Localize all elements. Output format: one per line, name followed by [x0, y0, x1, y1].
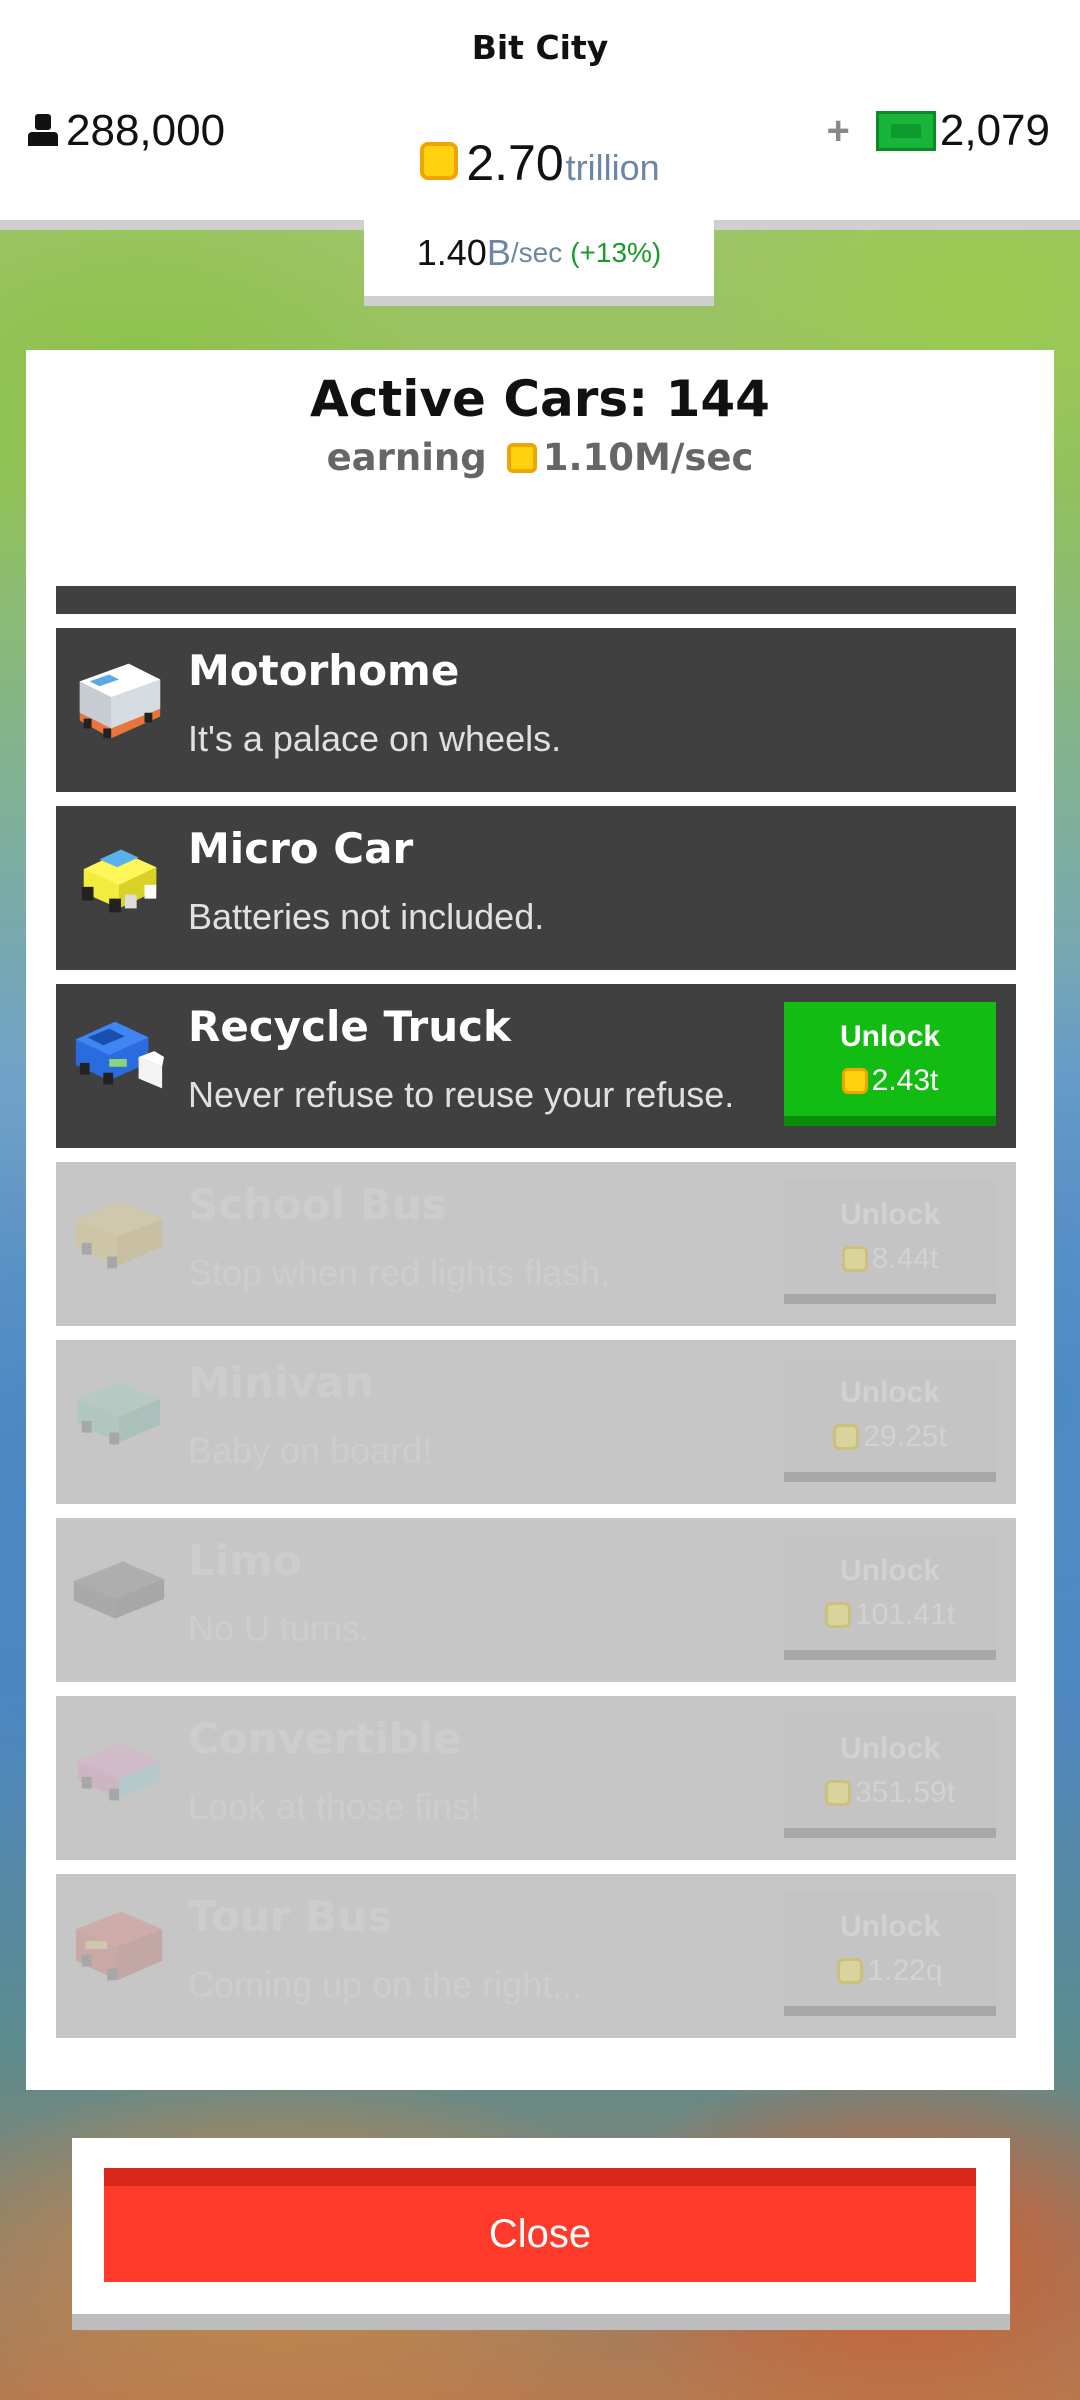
car-description: Never refuse to reuse your refuse.: [188, 1074, 735, 1115]
unlock-price: 8.44t: [841, 1242, 939, 1276]
price-value: 2.43t: [871, 1064, 939, 1097]
tour-bus-icon: [75, 1911, 163, 1981]
car-name: Recycle Truck: [188, 1002, 511, 1051]
earning-value: 1.10M/sec: [542, 436, 754, 479]
add-bux-button[interactable]: +: [827, 109, 850, 154]
unlock-limo-button[interactable]: Unlock 101.41t: [784, 1536, 996, 1660]
earning-label: earning: [326, 436, 487, 479]
coin-icon: [833, 1424, 860, 1450]
car-row-micro-car: Micro Car Batteries not included.: [56, 806, 1016, 970]
car-list[interactable]: Motorhome It's a palace on wheels. Micro…: [56, 586, 1016, 2052]
coin-icon: [824, 1780, 851, 1806]
limo-icon: [73, 1561, 165, 1619]
unlock-price: 29.25t: [833, 1420, 947, 1454]
rate-value: 1.40: [416, 232, 487, 273]
car-row-motorhome: Motorhome It's a palace on wheels.: [56, 628, 1016, 792]
bux-value: 2,079: [939, 106, 1050, 155]
car-name: Tour Bus: [188, 1892, 393, 1941]
bux-cash-icon: [875, 111, 936, 151]
city-name: Bit City: [471, 28, 609, 67]
car-name: Motorhome: [188, 646, 460, 695]
top-status-bar: Bit City 288,000 2.70 trillion + 2,079: [0, 0, 1080, 230]
unlock-label: Unlock: [839, 1198, 941, 1231]
unlock-tour-bus-button[interactable]: Unlock 1.22q: [784, 1892, 996, 2016]
car-name: Micro Car: [188, 824, 414, 873]
recycle-truck-icon: [75, 1021, 165, 1089]
earning-summary: earning 1.10M/sec: [26, 436, 1054, 479]
car-description: Batteries not included.: [188, 896, 545, 937]
coin-icon: [506, 442, 537, 473]
coin-icon: [824, 1602, 851, 1628]
car-description: It's a palace on wheels.: [188, 718, 562, 759]
coin-icon: [841, 1246, 868, 1272]
convertible-icon: [77, 1743, 161, 1801]
car-row-tour-bus: Tour Bus Coming up on the right... Unloc…: [56, 1874, 1016, 2038]
minivan-icon: [77, 1381, 161, 1445]
coin-value: 2.70: [466, 135, 564, 191]
price-value: 29.25t: [863, 1420, 947, 1453]
car-description: Look at those fins!: [188, 1786, 481, 1827]
school-bus-icon: [75, 1201, 163, 1269]
motorhome-icon: [79, 663, 161, 739]
unlock-label: Unlock: [839, 1376, 941, 1409]
car-name: School Bus: [188, 1180, 447, 1229]
unlock-minivan-button[interactable]: Unlock 29.25t: [784, 1358, 996, 1482]
rate-unit-magnitude: B: [486, 232, 511, 273]
close-bar: Close: [72, 2138, 1010, 2330]
unlock-label: Unlock: [839, 1020, 941, 1053]
unlock-label: Unlock: [839, 1554, 941, 1587]
list-scroll-edge: [56, 586, 1016, 614]
price-value: 8.44t: [871, 1242, 939, 1275]
coin-icon: [420, 142, 459, 180]
car-description: Baby on board!: [188, 1430, 433, 1471]
unlock-convertible-button[interactable]: Unlock 351.59t: [784, 1714, 996, 1838]
coin-unit: trillion: [565, 147, 660, 188]
unlock-price: 1.22q: [837, 1954, 943, 1988]
price-value: 351.59t: [854, 1776, 956, 1809]
cars-panel: Active Cars: 144 earning 1.10M/sec Motor…: [26, 350, 1054, 2090]
coin-icon: [841, 1068, 868, 1094]
car-row-recycle-truck: Recycle Truck Never refuse to reuse your…: [56, 984, 1016, 1148]
car-name: Limo: [188, 1536, 302, 1585]
unlock-school-bus-button[interactable]: Unlock 8.44t: [784, 1180, 996, 1304]
bux-counter[interactable]: + 2,079: [827, 106, 1050, 156]
car-description: Stop when red lights flash.: [188, 1252, 611, 1293]
car-row-school-bus: School Bus Stop when red lights flash. U…: [56, 1162, 1016, 1326]
unlock-price: 351.59t: [824, 1776, 956, 1810]
car-row-convertible: Convertible Look at those fins! Unlock 3…: [56, 1696, 1016, 1860]
car-name: Convertible: [188, 1714, 462, 1763]
unlock-recycle-truck-button[interactable]: Unlock 2.43t: [784, 1002, 996, 1126]
unlock-label: Unlock: [839, 1732, 941, 1765]
car-description: No U turns.: [188, 1608, 371, 1649]
close-button[interactable]: Close: [104, 2168, 976, 2282]
car-description: Coming up on the right...: [188, 1964, 583, 2005]
car-row-minivan: Minivan Baby on board! Unlock 29.25t: [56, 1340, 1016, 1504]
price-value: 1.22q: [867, 1954, 943, 1987]
rate-bonus-percent: (+13%): [570, 237, 662, 268]
micro-car-icon: [81, 849, 157, 913]
income-rate-tab: 1.40 B /sec (+13%): [364, 210, 714, 306]
unlock-label: Unlock: [839, 1910, 941, 1943]
car-row-limo: Limo No U turns. Unlock 101.41t: [56, 1518, 1016, 1682]
unlock-price: 101.41t: [824, 1598, 956, 1632]
car-name: Minivan: [188, 1358, 375, 1407]
unlock-price: 2.43t: [841, 1064, 939, 1098]
rate-unit: /sec: [510, 237, 563, 268]
price-value: 101.41t: [854, 1598, 956, 1631]
panel-title: Active Cars: 144: [310, 370, 770, 428]
coin-icon: [837, 1958, 864, 1984]
